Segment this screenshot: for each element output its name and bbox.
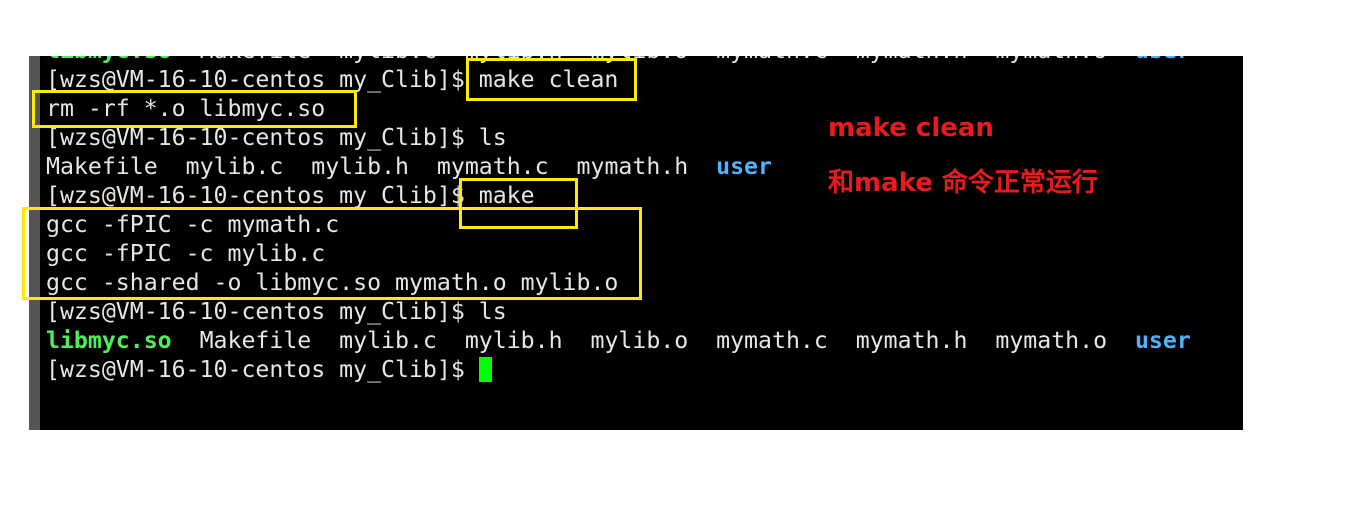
shell-prompt: [wzs@VM-16-10-centos my_Clib]$: [46, 66, 479, 93]
file-entry: mymath.c: [716, 327, 828, 354]
file-entry: mymath.h: [576, 153, 689, 180]
highlight-box-gcc-output: [22, 207, 642, 300]
file-entry: mymath.o: [995, 56, 1107, 64]
annotation-line-2: 和make 命令正常运行: [828, 168, 1098, 198]
file-entry: mylib.c: [185, 153, 284, 180]
shell-prompt: [wzs@VM-16-10-centos my_Clib]$: [46, 356, 479, 383]
typed-command: ls: [478, 124, 507, 151]
file-entry: mylib.c: [339, 327, 437, 354]
highlight-box-make-clean: [466, 58, 637, 101]
file-entry: Makefile: [46, 153, 158, 180]
shell-prompt: [wzs@VM-16-10-centos my_Clib]$: [46, 124, 479, 151]
file-entry: mylib.h: [464, 327, 563, 354]
file-entry: mylib.c: [339, 56, 437, 64]
typed-command: ls: [478, 298, 507, 325]
file-entry: libmyc.so: [46, 327, 172, 354]
file-entry: mylib.h: [311, 153, 409, 180]
highlight-box-rm-output: [32, 90, 357, 128]
file-entry: Makefile: [200, 56, 312, 64]
file-entry: mymath.h: [856, 56, 968, 64]
annotation-line-1: make clean: [828, 113, 994, 143]
shell-prompt: [wzs@VM-16-10-centos my_Clib]$: [46, 298, 479, 325]
terminal-cursor[interactable]: [478, 357, 492, 382]
file-entry: mymath.c: [436, 153, 549, 180]
ls-listing-line: libmyc.so Makefile mylib.c mylib.h mylib…: [46, 326, 1191, 355]
file-entry: user: [716, 153, 772, 180]
file-entry: libmyc.so: [46, 56, 172, 64]
file-entry: Makefile: [199, 327, 312, 354]
terminal-command-line: [wzs@VM-16-10-centos my_Clib]$: [46, 355, 1191, 384]
terminal-command-line: [wzs@VM-16-10-centos my_Clib]$ ls: [46, 297, 1191, 326]
shell-prompt: [wzs@VM-16-10-centos my_Clib]$: [46, 182, 479, 209]
file-entry: mymath.o: [995, 327, 1108, 354]
file-entry: user: [1135, 56, 1191, 64]
file-entry: mylib.o: [590, 327, 689, 354]
file-entry: user: [1134, 327, 1191, 354]
file-entry: mymath.c: [716, 56, 828, 64]
file-entry: mymath.h: [855, 327, 968, 354]
